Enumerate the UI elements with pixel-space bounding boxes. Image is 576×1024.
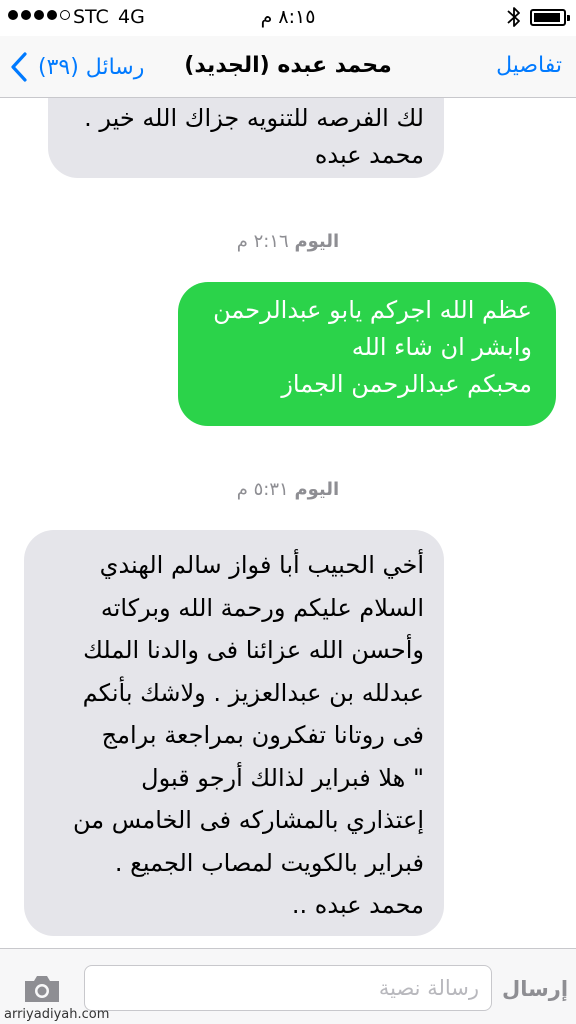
- message-line: أخي الحبيب أبا فواز سالم الهندي: [99, 551, 424, 579]
- bluetooth-icon: [507, 7, 520, 27]
- camera-icon[interactable]: [22, 973, 62, 1005]
- message-line: عبدلله بن عبدالعزيز . ولاشك بأنكم: [82, 678, 424, 707]
- message-input[interactable]: [85, 966, 491, 1010]
- timestamp: اليوم ٥:٣١ م: [0, 479, 576, 500]
- message-line: عظم الله اجركم يابو عبدالرحمن: [213, 296, 532, 324]
- message-line: " هلا فبراير لذالك أرجو قبول: [141, 763, 424, 792]
- message-bubble-received[interactable]: أخي الحبيب أبا فواز سالم الهندي السلام ع…: [24, 530, 444, 936]
- message-bubble-received[interactable]: لك الفرصه للتنويه جزاك الله خير . محمد ع…: [48, 98, 444, 178]
- conversation-thread[interactable]: لك الفرصه للتنويه جزاك الله خير . محمد ع…: [0, 98, 576, 948]
- status-bar: STC 4G ٨:١٥ م: [0, 0, 576, 36]
- navigation-bar: رسائل (٣٩) محمد عبده (الجديد) تفاصيل: [0, 36, 576, 98]
- message-line: محبكم عبدالرحمن الجماز: [281, 370, 532, 398]
- message-line: محمد عبده ..: [291, 891, 424, 919]
- status-time: ٨:١٥ م: [260, 6, 316, 28]
- timestamp-time: ٥:٣١ م: [236, 479, 289, 500]
- send-button[interactable]: إرسال: [500, 977, 570, 1001]
- message-line: فى روتانا تفكرون بمراجعة برامج: [101, 721, 424, 749]
- message-line: لك الفرصه للتنويه جزاك الله خير .: [84, 104, 424, 132]
- message-bubble-sent[interactable]: عظم الله اجركم يابو عبدالرحمن وابشر ان ش…: [178, 282, 556, 426]
- message-line: السلام عليكم ورحمة الله وبركاته: [100, 593, 424, 622]
- details-button[interactable]: تفاصيل: [496, 53, 562, 78]
- message-line: إعتذاري بالمشاركه فى الخامس من: [72, 806, 424, 834]
- timestamp-time: ٢:١٦ م: [236, 231, 289, 252]
- contact-title: محمد عبده (الجديد): [184, 53, 392, 78]
- timestamp: اليوم ٢:١٦ م: [0, 231, 576, 252]
- battery-icon: [530, 9, 570, 26]
- timestamp-day: اليوم: [294, 231, 340, 252]
- message-line: وابشر ان شاء الله: [351, 333, 532, 361]
- watermark: arriyadiyah.com: [4, 1007, 110, 1022]
- message-line: وأحسن الله عزائنا فى والدنا الملك: [83, 636, 424, 664]
- message-line: فبراير بالكويت لمصاب الجميع .: [114, 848, 424, 877]
- message-field[interactable]: [84, 965, 492, 1011]
- timestamp-day: اليوم: [294, 479, 340, 500]
- message-line: محمد عبده: [314, 141, 424, 169]
